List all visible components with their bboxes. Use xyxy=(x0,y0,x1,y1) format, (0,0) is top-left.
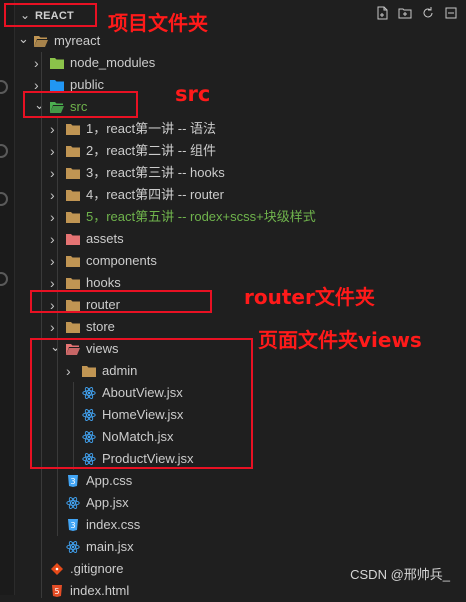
chevron-right-icon[interactable]: › xyxy=(50,144,62,158)
html-icon: 5 xyxy=(52,585,62,597)
svg-text:3: 3 xyxy=(70,477,75,486)
tree-item-label: assets xyxy=(86,231,124,246)
activity-icon[interactable] xyxy=(0,192,8,206)
tree-item-label: index.css xyxy=(86,517,141,532)
chevron-right-icon[interactable]: › xyxy=(50,320,62,334)
folder-icon xyxy=(66,190,80,201)
tree-folder[interactable]: › 5，react第五讲 -- rodex+scss+块级样式 xyxy=(14,206,466,228)
folder-icon xyxy=(66,124,80,135)
css-icon: 3 xyxy=(68,519,78,531)
chevron-right-icon[interactable]: › xyxy=(50,210,62,224)
new-folder-icon[interactable] xyxy=(398,6,412,20)
tree-folder[interactable]: › components xyxy=(14,250,466,272)
folder-icon xyxy=(66,168,80,179)
watermark: CSDN @邢帅兵_ xyxy=(350,567,450,582)
tree-item-label: 3，react第三讲 -- hooks xyxy=(86,165,225,180)
tree-item-label: App.jsx xyxy=(86,495,129,510)
chevron-right-icon[interactable]: › xyxy=(50,232,62,246)
tree-item-label: .gitignore xyxy=(70,561,124,576)
chevron-right-icon[interactable]: › xyxy=(50,188,62,202)
store-folder-icon xyxy=(66,322,80,333)
tree-folder[interactable]: › 4，react第四讲 -- router xyxy=(14,184,466,206)
folder-icon xyxy=(66,212,80,223)
tree-file[interactable]: 3 index.css xyxy=(14,514,466,536)
components-folder-icon xyxy=(66,256,80,267)
tree-folder[interactable]: › 2，react第二讲 -- 组件 xyxy=(14,140,466,162)
annotation-router-folder: router文件夹 xyxy=(244,285,375,309)
explorer-actions xyxy=(375,6,458,26)
react-icon xyxy=(66,541,80,553)
chevron-right-icon[interactable]: › xyxy=(34,56,46,70)
tree-item-label: App.css xyxy=(86,473,133,488)
folder-icon xyxy=(34,36,48,47)
tree-item-label: 2，react第二讲 -- 组件 xyxy=(86,143,217,158)
tree-item-label: components xyxy=(86,253,157,268)
hooks-folder-icon xyxy=(66,278,80,289)
indent-guide xyxy=(41,52,42,598)
public-folder-icon xyxy=(50,80,64,91)
assets-folder-icon xyxy=(66,234,80,245)
tree-item-label: store xyxy=(86,319,115,334)
tree-file[interactable]: 3 App.css xyxy=(14,470,466,492)
tree-item-label: node_modules xyxy=(70,55,156,70)
tree-item-label: main.jsx xyxy=(86,539,134,554)
annotation-box-src xyxy=(23,91,138,118)
annotation-box-router xyxy=(30,290,212,313)
tree-item-label: 5，react第五讲 -- rodex+scss+块级样式 xyxy=(86,209,316,224)
chevron-down-icon[interactable]: ⌄ xyxy=(18,32,30,47)
tree-folder[interactable]: › node_modules xyxy=(14,52,466,74)
annotation-src: src xyxy=(175,82,211,106)
activity-icon[interactable] xyxy=(0,144,8,158)
annotation-box-project xyxy=(4,3,97,27)
activity-icon[interactable] xyxy=(0,272,8,286)
tree-folder[interactable]: › assets xyxy=(14,228,466,250)
annotation-project-folder: 项目文件夹 xyxy=(108,11,208,35)
annotation-views-folder: 页面文件夹views xyxy=(258,328,422,352)
tree-folder[interactable]: › 3，react第三讲 -- hooks xyxy=(14,162,466,184)
indent-guide xyxy=(57,118,58,536)
new-file-icon[interactable] xyxy=(375,6,389,20)
git-icon xyxy=(51,563,63,575)
node-modules-folder-icon xyxy=(50,58,64,69)
activity-icon[interactable] xyxy=(0,80,8,94)
collapse-all-icon[interactable] xyxy=(444,6,458,20)
chevron-right-icon[interactable]: › xyxy=(50,122,62,136)
tree-file[interactable]: main.jsx xyxy=(14,536,466,558)
tree-file[interactable]: 5 index.html xyxy=(14,580,466,602)
tree-item-label: index.html xyxy=(70,583,130,598)
tree-item-label: 1，react第一讲 -- 语法 xyxy=(86,121,217,136)
tree-folder[interactable]: › 1，react第一讲 -- 语法 xyxy=(14,118,466,140)
chevron-right-icon[interactable]: › xyxy=(50,166,62,180)
react-icon xyxy=(66,497,80,509)
annotation-box-views xyxy=(30,338,253,469)
tree-item-label: myreact xyxy=(54,33,101,48)
tree-item-label: 4，react第四讲 -- router xyxy=(86,187,224,202)
svg-text:3: 3 xyxy=(70,521,75,530)
css-icon: 3 xyxy=(68,475,78,487)
chevron-right-icon[interactable]: › xyxy=(50,276,62,290)
chevron-right-icon[interactable]: › xyxy=(34,78,46,92)
tree-file[interactable]: App.jsx xyxy=(14,492,466,514)
chevron-right-icon[interactable]: › xyxy=(50,254,62,268)
activity-bar xyxy=(0,0,15,595)
tree-folder[interactable]: ⌄ myreact xyxy=(14,30,466,52)
refresh-icon[interactable] xyxy=(421,6,435,20)
folder-icon xyxy=(66,146,80,157)
